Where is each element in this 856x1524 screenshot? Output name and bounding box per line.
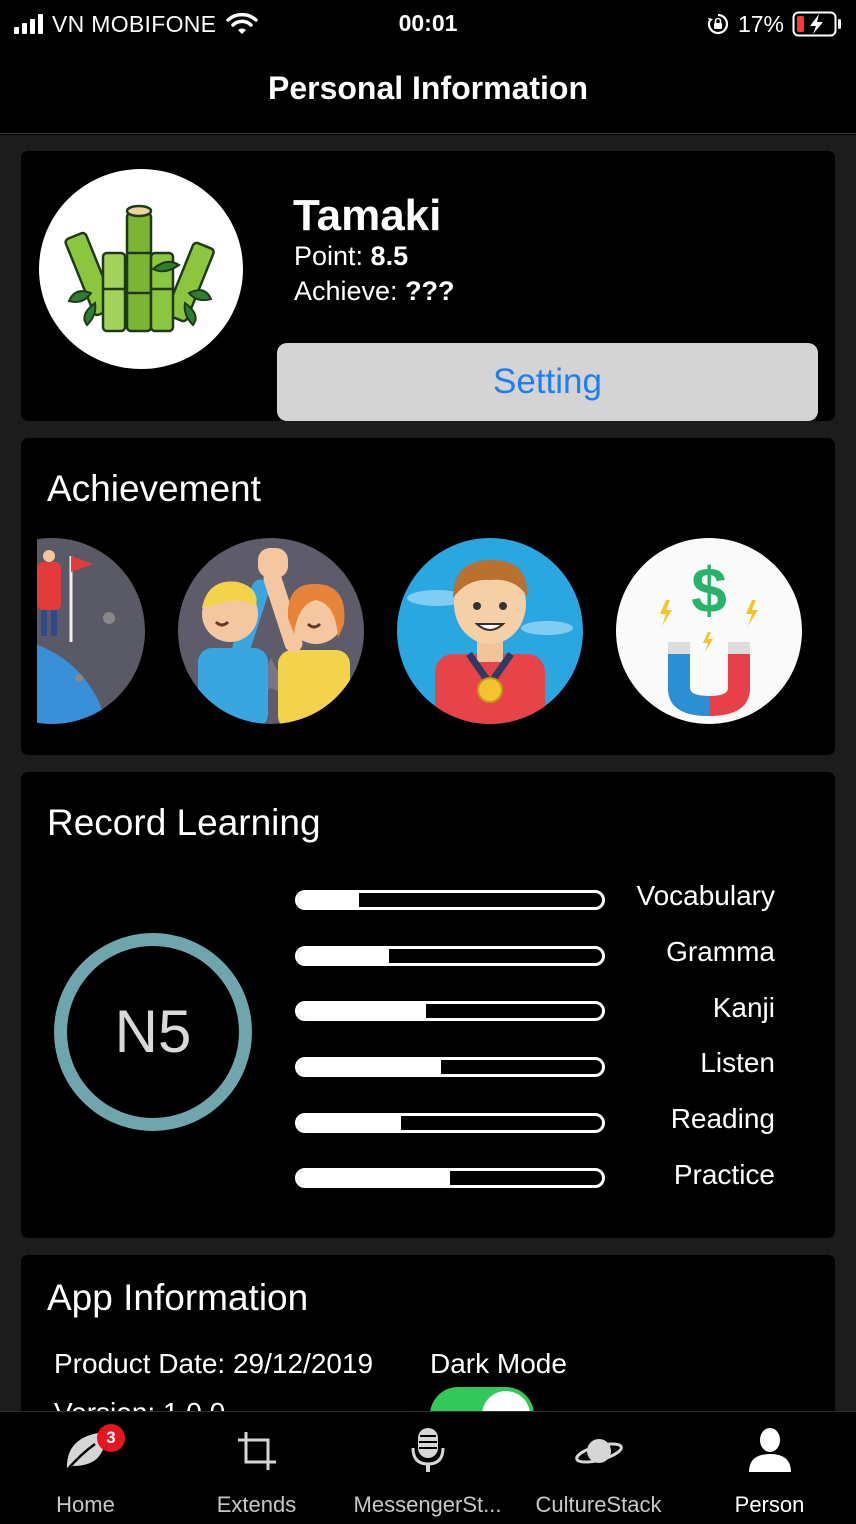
record-learning-title: Record Learning <box>47 802 321 843</box>
avatar[interactable] <box>39 169 243 369</box>
tab-messenger[interactable]: MessengerSt... <box>342 1412 513 1524</box>
achievement-title: Achievement <box>47 468 261 509</box>
skill-label: Vocabulary <box>636 880 775 911</box>
skill-progress-fill <box>298 1171 450 1185</box>
setting-button[interactable]: Setting <box>277 343 818 421</box>
tab-bar: 3 Home Extends MessengerSt... CultureSta… <box>0 1411 856 1524</box>
medal-winner-badge[interactable] <box>397 538 583 724</box>
planet-icon <box>575 1439 623 1464</box>
microphone-icon <box>411 1428 445 1472</box>
app-information-title: App Information <box>47 1277 309 1318</box>
point-label: Point: <box>294 241 371 271</box>
bamboo-icon <box>64 204 215 333</box>
profile-point: Point: 8.5 <box>294 241 408 272</box>
tab-culture[interactable]: CultureStack <box>513 1412 684 1524</box>
level-label: N5 <box>114 998 192 1065</box>
skill-progress-bar <box>295 1057 605 1077</box>
skill-label: Practice <box>673 1159 775 1190</box>
achievement-carousel[interactable]: $ <box>37 538 835 724</box>
battery-charging-icon <box>792 11 841 37</box>
achievement-card: Achievement $ <box>21 438 835 755</box>
skill-progress-bar <box>295 1001 605 1021</box>
svg-text:$: $ <box>691 554 727 626</box>
status-bar: VN MOBIFONE 00:01 17% <box>0 0 856 48</box>
skill-progress-fill <box>298 1004 426 1018</box>
achieve-label: Achieve: <box>294 276 406 306</box>
skill-progress-bar <box>295 1113 605 1133</box>
nav-header: Personal Information <box>0 48 856 134</box>
notification-badge: 3 <box>97 1424 125 1452</box>
tab-home[interactable]: 3 Home <box>0 1412 171 1524</box>
crop-icon <box>238 1432 276 1470</box>
tab-person[interactable]: Person <box>684 1412 855 1524</box>
status-right: 17% <box>706 10 842 38</box>
toggle-knob <box>482 1391 530 1411</box>
skill-label: Kanji <box>712 992 775 1023</box>
dark-mode-toggle[interactable] <box>430 1387 534 1411</box>
page-title: Personal Information <box>267 70 589 106</box>
battery-percent: 17% <box>737 10 784 37</box>
tab-label: Person <box>734 1492 805 1517</box>
skill-label: Listen <box>700 1047 775 1078</box>
product-date: Product Date: 29/12/2019 <box>54 1348 374 1379</box>
profile-achieve: Achieve: ??? <box>294 276 455 307</box>
high-five-badge[interactable] <box>178 538 364 724</box>
profile-name: Tamaki <box>293 191 442 240</box>
skill-progress-fill <box>298 893 359 907</box>
money-magnet-badge[interactable]: $ <box>616 538 802 724</box>
skill-progress-fill <box>298 949 390 963</box>
scroll-content[interactable]: Tamaki Point: 8.5 Achieve: ??? Setting A… <box>0 135 856 1411</box>
tab-extends[interactable]: Extends <box>171 1412 342 1524</box>
tab-label: Home <box>56 1492 115 1517</box>
rotation-lock-icon <box>707 13 729 35</box>
point-value: 8.5 <box>370 241 409 271</box>
person-icon <box>749 1428 791 1472</box>
tab-label: Extends <box>216 1492 297 1517</box>
tab-label: MessengerSt... <box>353 1492 502 1517</box>
achieve-value: ??? <box>405 276 455 306</box>
record-learning-card: Record Learning N5 Vocabulary Gramma Kan… <box>21 772 835 1238</box>
skill-progress-fill <box>298 1060 441 1074</box>
skill-progress-bar <box>295 890 605 910</box>
skill-label: Reading <box>670 1103 775 1134</box>
dark-mode-label: Dark Mode <box>430 1348 567 1379</box>
flag-on-planet-badge[interactable] <box>37 538 145 724</box>
app-information-card: App Information Product Date: 29/12/2019… <box>21 1255 835 1411</box>
app-version: Version: 1.0.0 <box>54 1397 225 1411</box>
skill-progress-fill <box>298 1116 402 1130</box>
skill-label: Gramma <box>666 936 775 967</box>
tab-label: CultureStack <box>535 1492 662 1517</box>
skill-progress-bar <box>295 1168 605 1188</box>
skill-progress-bar <box>295 946 605 966</box>
profile-card: Tamaki Point: 8.5 Achieve: ??? Setting <box>21 151 835 421</box>
